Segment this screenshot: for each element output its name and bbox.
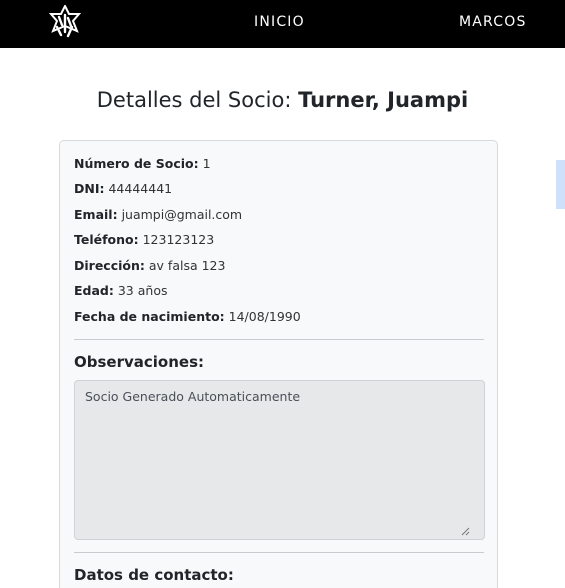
field-label: Edad: — [74, 283, 114, 298]
field-value: 1 — [202, 156, 211, 171]
socio-name: Turner, Juampi — [298, 88, 469, 112]
section-divider — [74, 552, 484, 553]
resize-handle-icon[interactable] — [460, 526, 470, 536]
field-value: 123123123 — [142, 232, 215, 247]
field-dni: DNI: 44444441 — [74, 181, 172, 196]
section-divider — [74, 339, 484, 340]
field-label: Fecha de nacimiento: — [74, 309, 225, 324]
field-value: 44444441 — [108, 181, 173, 196]
field-value: 33 años — [117, 283, 168, 298]
observaciones-textarea[interactable]: Socio Generado Automaticamente — [74, 380, 485, 540]
datos-contacto-heading: Datos de contacto: — [74, 566, 234, 584]
field-fecha-nacimiento: Fecha de nacimiento: 14/08/1990 — [74, 309, 301, 324]
field-direccion: Dirección: av falsa 123 — [74, 258, 225, 273]
nav-link-inicio[interactable]: INICIO — [254, 14, 305, 30]
field-label: Número de Socio: — [74, 156, 199, 171]
field-label: DNI: — [74, 181, 105, 196]
field-edad: Edad: 33 años — [74, 283, 167, 298]
field-telefono: Teléfono: 123123123 — [74, 232, 214, 247]
top-navbar: INICIO MARCOS — [0, 0, 565, 48]
side-accent-tab — [556, 160, 565, 209]
field-label: Dirección: — [74, 258, 145, 273]
field-label: Email: — [74, 207, 118, 222]
field-label: Teléfono: — [74, 232, 139, 247]
page-title: Detalles del Socio: Turner, Juampi — [0, 88, 565, 112]
field-numero-socio: Número de Socio: 1 — [74, 156, 211, 171]
club-logo-icon[interactable] — [48, 5, 82, 41]
field-value: 14/08/1990 — [228, 309, 301, 324]
field-value: av falsa 123 — [148, 258, 226, 273]
field-value: juampi@gmail.com — [121, 207, 243, 222]
page-title-prefix: Detalles del Socio: — [96, 88, 299, 112]
field-email: Email: juampi@gmail.com — [74, 207, 242, 222]
socio-details-card: Número de Socio: 1 DNI: 44444441 Email: … — [59, 140, 498, 588]
nav-link-marcos[interactable]: MARCOS — [459, 14, 527, 30]
observaciones-heading: Observaciones: — [74, 353, 205, 371]
